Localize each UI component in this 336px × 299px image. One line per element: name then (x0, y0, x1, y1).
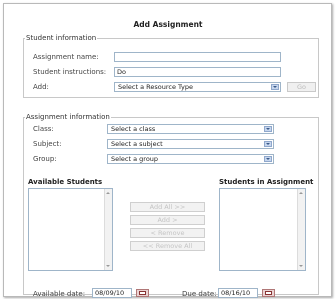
add-button[interactable]: Add > (130, 215, 205, 225)
chevron-down-icon (264, 126, 272, 132)
students-in-assignment-list[interactable] (219, 188, 306, 271)
go-button[interactable]: Go (287, 82, 316, 92)
calendar-icon[interactable] (136, 289, 149, 297)
due-date-input[interactable]: 08/16/10 (218, 288, 258, 298)
add-all-button[interactable]: Add All >> (130, 202, 205, 212)
available-date-label: Available date: (33, 290, 86, 298)
available-students-heading: Available Students (28, 178, 103, 186)
scroll-down-icon[interactable] (105, 263, 111, 269)
resource-type-value: Select a Resource Type (118, 83, 193, 91)
due-date-label: Due date: (182, 290, 217, 298)
group-label: Group: (33, 155, 57, 163)
class-select[interactable]: Select a class (107, 124, 274, 134)
available-students-list[interactable] (28, 188, 113, 271)
assignment-name-input[interactable] (114, 52, 281, 62)
chevron-down-icon (264, 156, 272, 162)
add-label: Add: (33, 83, 49, 91)
subject-label: Subject: (33, 140, 62, 148)
scroll-down-icon[interactable] (298, 263, 304, 269)
student-instructions-label: Student instructions: (33, 68, 107, 76)
calendar-icon[interactable] (262, 289, 275, 297)
scrollbar[interactable] (104, 189, 112, 270)
student-information-legend: Student information (26, 34, 97, 42)
resource-type-select[interactable]: Select a Resource Type (114, 82, 281, 92)
group-select[interactable]: Select a group (107, 154, 274, 164)
remove-all-button[interactable]: << Remove All (130, 241, 205, 251)
available-date-input[interactable]: 08/09/10 (92, 288, 132, 298)
scroll-up-icon[interactable] (298, 190, 304, 196)
students-in-assignment-heading: Students in Assignment (219, 178, 314, 186)
group-value: Select a group (111, 155, 159, 163)
subject-value: Select a subject (111, 140, 163, 148)
chevron-down-icon (271, 84, 279, 90)
page-title: Add Assignment (133, 20, 203, 29)
class-label: Class: (33, 125, 54, 133)
subject-select[interactable]: Select a subject (107, 139, 274, 149)
scrollbar[interactable] (297, 189, 305, 270)
assignment-name-label: Assignment name: (33, 53, 99, 61)
chevron-down-icon (264, 141, 272, 147)
remove-button[interactable]: < Remove (130, 228, 205, 238)
assignment-information-legend: Assignment information (26, 113, 110, 121)
class-value: Select a class (111, 125, 156, 133)
student-instructions-input[interactable]: Do (114, 67, 281, 77)
scroll-up-icon[interactable] (105, 190, 111, 196)
